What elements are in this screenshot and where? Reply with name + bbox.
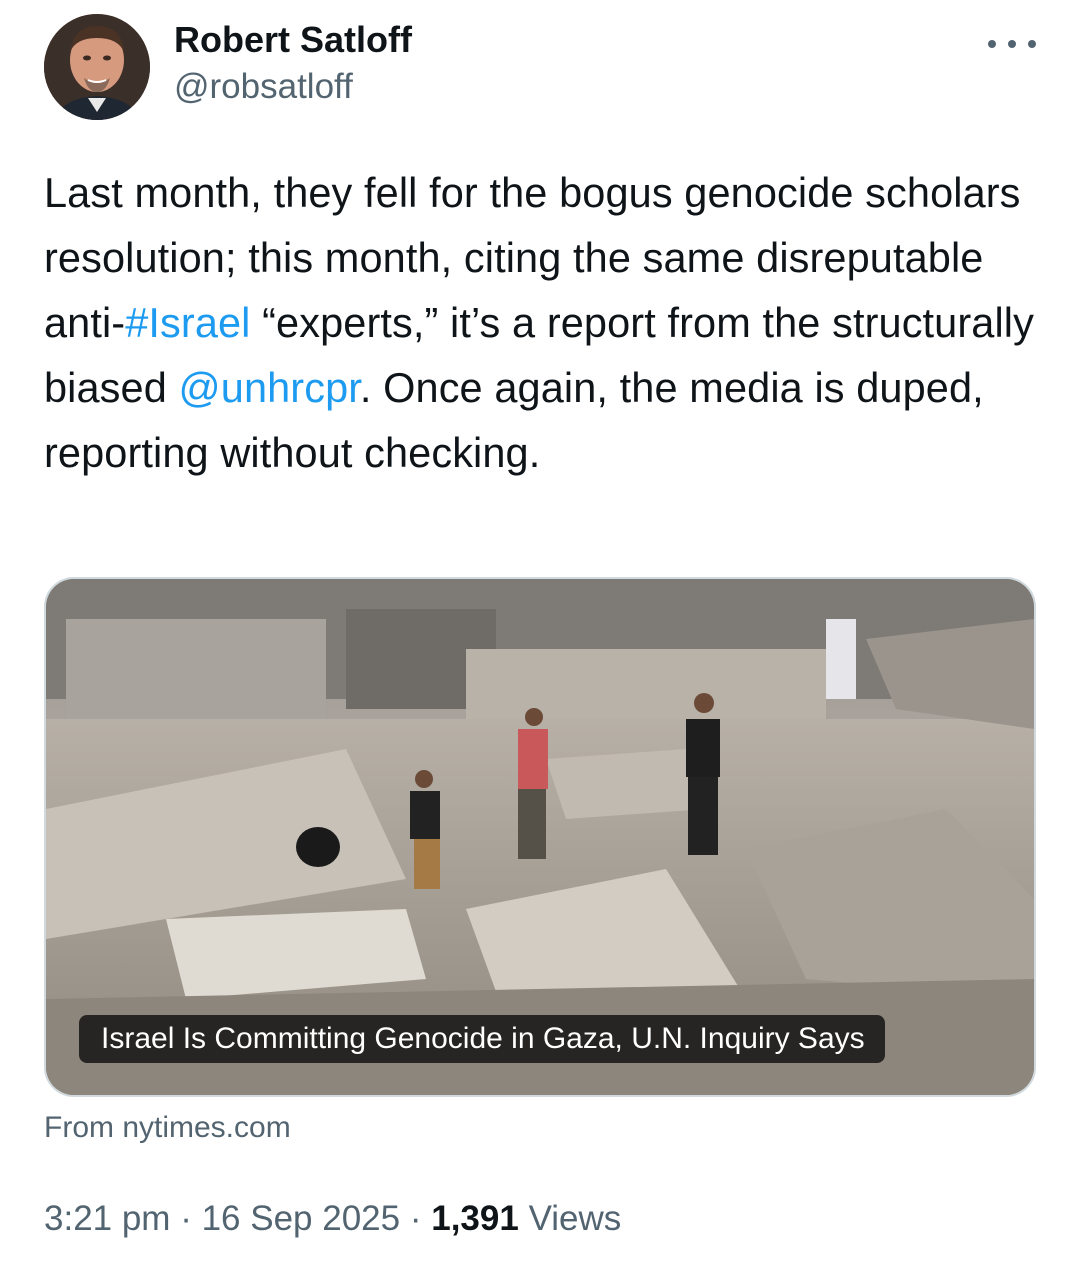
link-card[interactable]: Israel Is Committing Genocide in Gaza, U… [44, 577, 1036, 1097]
mention-link[interactable]: @unhrcpr [179, 364, 360, 411]
views-label: Views [528, 1199, 622, 1238]
author-display-name[interactable]: Robert Satloff [174, 18, 412, 62]
author-handle[interactable]: @robsatloff [174, 62, 412, 112]
card-source[interactable]: From nytimes.com [44, 1108, 291, 1148]
avatar[interactable] [44, 14, 150, 120]
more-dot-icon [1008, 40, 1016, 48]
tweet-time[interactable]: 3:21 pm [44, 1199, 170, 1238]
tweet-meta: 3:21 pm · 16 Sep 2025 · 1,391 Views [44, 1196, 621, 1242]
author-names: Robert Satloff @robsatloff [174, 18, 412, 112]
card-caption: Israel Is Committing Genocide in Gaza, U… [79, 1015, 885, 1063]
meta-separator: · [180, 1199, 192, 1238]
hashtag-link[interactable]: #Israel [125, 299, 250, 346]
more-dot-icon [1028, 40, 1036, 48]
more-options-button[interactable] [988, 32, 1036, 56]
tweet-date[interactable]: 16 Sep 2025 [202, 1199, 401, 1238]
more-dot-icon [988, 40, 996, 48]
views-count[interactable]: 1,391 [431, 1199, 519, 1238]
profile-photo-icon [44, 14, 150, 120]
tweet-text: Last month, they fell for the bogus geno… [44, 160, 1044, 485]
tweet-header: Robert Satloff @robsatloff [44, 14, 1036, 122]
meta-separator: · [409, 1199, 422, 1238]
